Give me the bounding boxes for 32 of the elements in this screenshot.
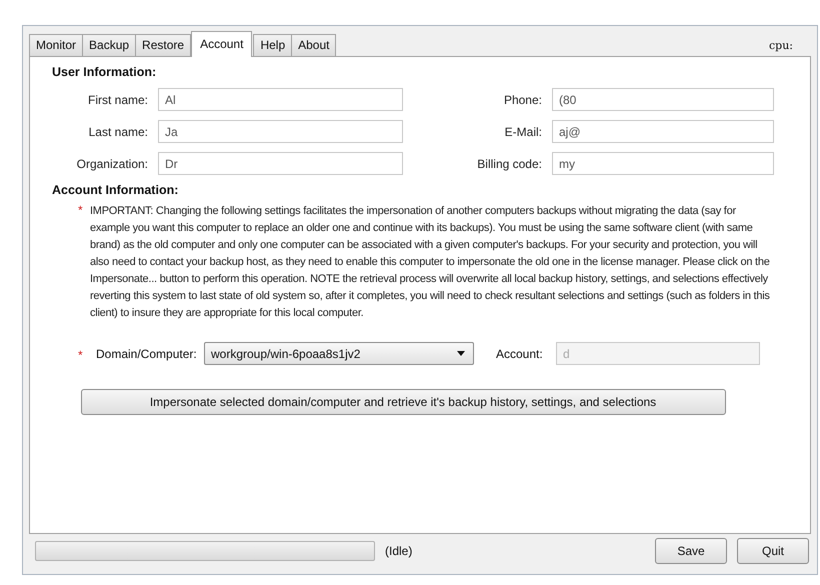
field-label: Organization: xyxy=(76,156,148,170)
field-label: Last name: xyxy=(88,124,148,138)
input-field[interactable]: Ja xyxy=(158,120,403,143)
dialog-button[interactable]: Save xyxy=(655,538,727,564)
field-label: Phone: xyxy=(502,92,542,106)
cpu-label: cpu: xyxy=(769,39,793,52)
field-label: Domain/Computer: xyxy=(96,346,198,360)
notice-text: IMPORTANT: Changing the following settings facilitates the impersonation of another computers backups without migrating the data (say for example you want this computer to replace an older one and continue with its backups). You must be using the same software client (with same brand) as the old computer and only one computer can be associated with a given computer's backups. For your security and protection, you will also need to contact your backup host, as they need to enable this computer to impersonate the old one in the license manager. Please click on the Impersonate... button to perform this operation. NOTE the retrieval process will overwrite all local backup history, settings, and selections effectively reverting this system to last state of old system so, after it completes, you will need to check resultant selections and settings (such as folders in this client) to insure they are appropriate for this local computer. xyxy=(90,204,770,321)
field-label: Billing code: xyxy=(476,156,542,170)
tab[interactable]: Backup xyxy=(82,34,136,56)
input-field[interactable]: (80 xyxy=(552,88,774,111)
domain-dropdown[interactable]: workgroup/win-6poaa8s1jv2 xyxy=(204,342,474,365)
tab[interactable]: Monitor xyxy=(29,34,84,56)
tab[interactable]: Restore xyxy=(135,34,192,56)
caret-icon xyxy=(457,351,465,356)
field-label: E-Mail: xyxy=(504,124,542,138)
input-field[interactable]: aj@ xyxy=(552,120,774,143)
required-mark: * xyxy=(77,346,84,362)
tab[interactable]: About xyxy=(291,34,336,56)
input-field[interactable]: Al xyxy=(158,88,403,111)
section-heading: User Information: xyxy=(52,65,158,79)
section-heading: Account Information: xyxy=(52,183,180,197)
field-label: Account: xyxy=(496,346,544,360)
tab[interactable]: Account xyxy=(191,31,252,57)
field-label: First name: xyxy=(86,92,148,106)
input-field[interactable]: my xyxy=(552,152,774,175)
input-field[interactable]: Dr xyxy=(158,152,403,175)
status-text: (Idle) xyxy=(385,544,412,558)
dialog-button[interactable]: Quit xyxy=(737,538,809,564)
required-mark: * xyxy=(77,203,84,219)
impersonate-button[interactable]: Impersonate selected domain/computer and retrieve it's backup history, settings, and selections xyxy=(80,389,726,415)
tab[interactable]: Help xyxy=(253,34,292,56)
